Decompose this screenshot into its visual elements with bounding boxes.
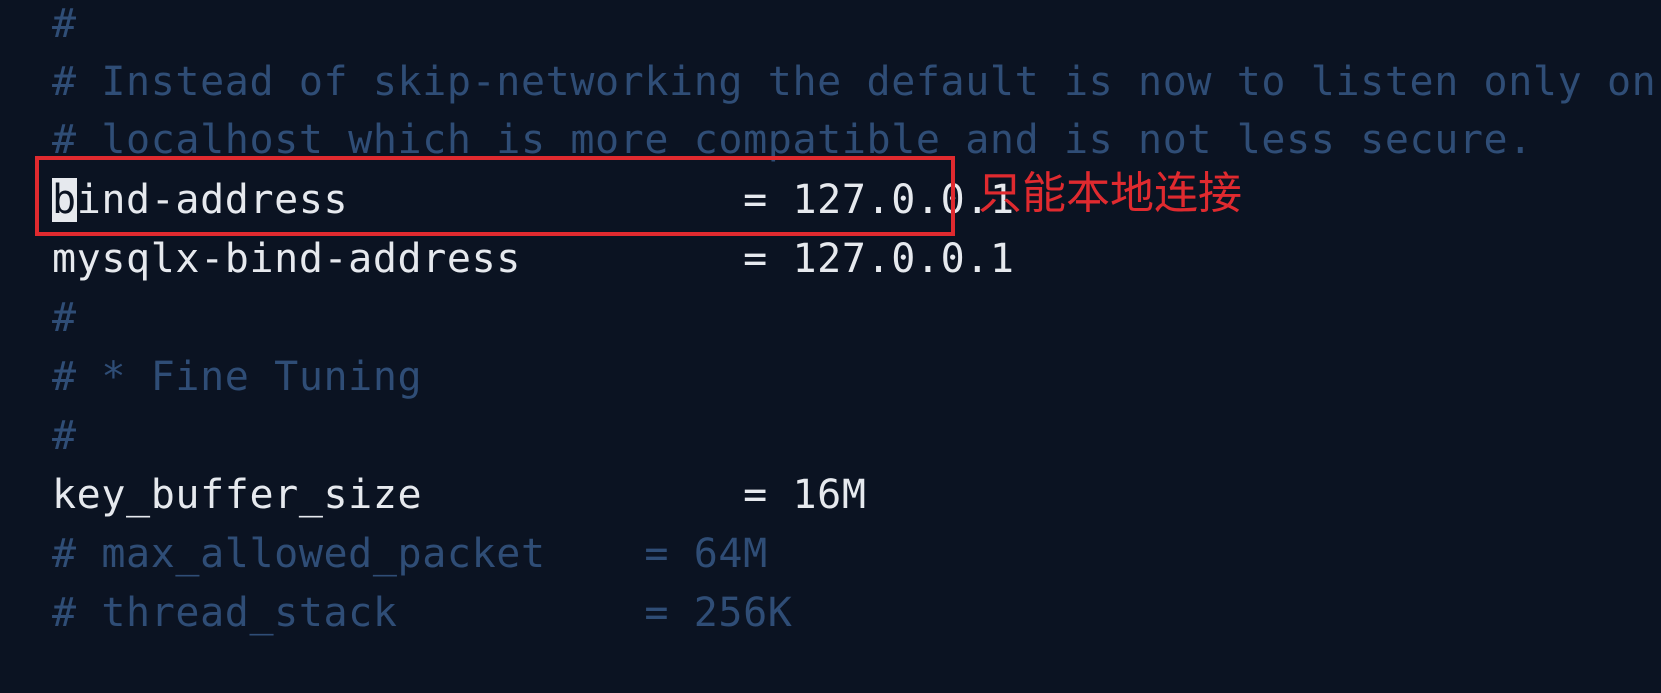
comment-line: # — [52, 413, 77, 459]
config-key: key_buffer_size — [52, 472, 423, 518]
highlight-box — [35, 156, 955, 236]
config-padding — [521, 236, 743, 282]
config-line-key-buffer-size: key_buffer_size = 16M — [52, 473, 867, 517]
text-editor[interactable]: # # Instead of skip-networking the defau… — [0, 0, 1661, 693]
config-value: = 16M — [743, 472, 867, 518]
comment-line: # — [52, 295, 77, 341]
comment-line: # — [52, 1, 77, 47]
config-key: mysqlx-bind-address — [52, 236, 521, 282]
comment-line: # * Fine Tuning — [52, 354, 423, 400]
comment-line: # thread_stack = 256K — [52, 590, 793, 636]
config-padding — [422, 472, 743, 518]
annotation-label: 只能本地连接 — [978, 168, 1242, 219]
comment-line: # max_allowed_packet = 64M — [52, 531, 768, 577]
config-value: = 127.0.0.1 — [743, 236, 1015, 282]
config-line-mysqlx-bind-address: mysqlx-bind-address = 127.0.0.1 — [52, 237, 1015, 281]
comment-line: # Instead of skip-networking the default… — [52, 59, 1657, 105]
